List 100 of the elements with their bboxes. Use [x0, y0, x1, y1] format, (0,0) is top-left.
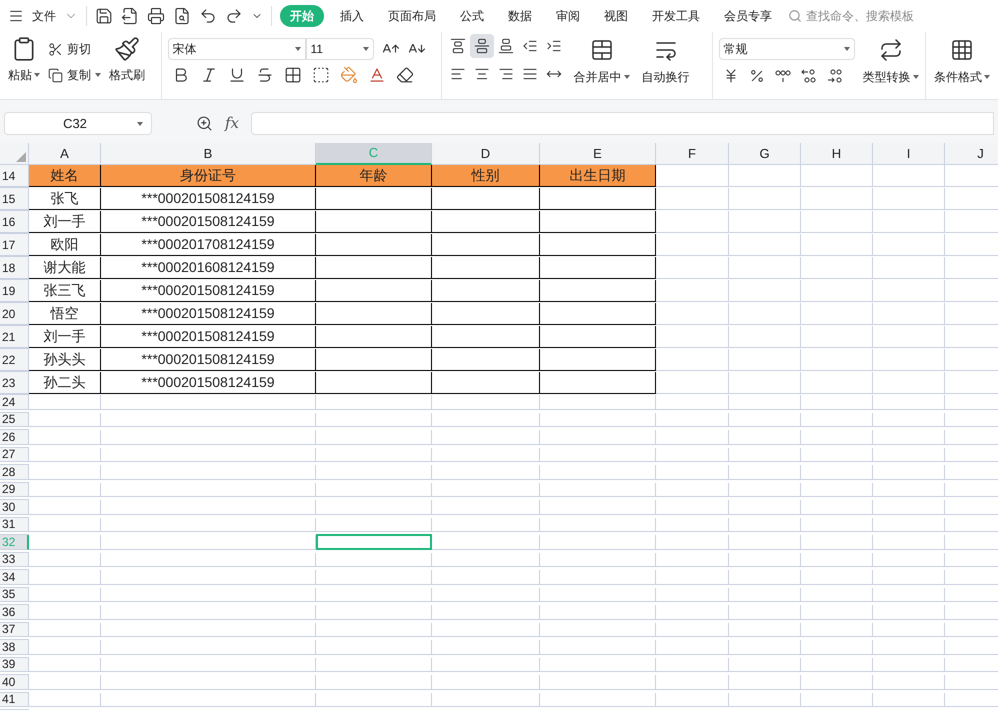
caret-icon[interactable] — [34, 73, 40, 77]
align-left-icon[interactable] — [450, 66, 466, 82]
align-top-icon[interactable] — [450, 38, 466, 54]
column-header[interactable]: H — [801, 143, 873, 164]
row-number[interactable]: 14 — [0, 165, 29, 187]
row-number[interactable]: 23 — [0, 372, 29, 394]
table-icon[interactable] — [950, 38, 974, 62]
ribbon-tab[interactable]: 数据 — [500, 5, 540, 27]
row-number[interactable]: 39 — [0, 658, 29, 672]
font-dropdown[interactable]: 宋体 — [168, 38, 306, 60]
paste-button[interactable]: 粘贴 — [8, 66, 32, 84]
row-number[interactable]: 15 — [0, 188, 29, 210]
row-number[interactable]: 35 — [0, 588, 29, 602]
row-number[interactable]: 31 — [0, 518, 29, 532]
row-number[interactable]: 16 — [0, 211, 29, 233]
print-preview-icon[interactable] — [173, 7, 191, 25]
row-number[interactable]: 37 — [0, 622, 29, 638]
fill-color-icon[interactable] — [340, 66, 358, 84]
format-painter-button[interactable]: 格式刷 — [109, 66, 145, 84]
type-convert-button[interactable]: 类型转换 — [862, 68, 911, 86]
row-number[interactable]: 34 — [0, 570, 29, 585]
menu-icon[interactable] — [8, 8, 24, 24]
row-number[interactable]: 21 — [0, 326, 29, 348]
caret-icon[interactable] — [624, 75, 630, 79]
search-field[interactable]: 查找命令、搜索模板 — [788, 7, 914, 25]
wrap-text-button[interactable]: 自动换行 — [642, 68, 690, 86]
strikethrough-icon[interactable] — [256, 66, 274, 84]
font-size-dropdown[interactable]: 11 — [306, 38, 374, 60]
caret-icon[interactable] — [984, 75, 990, 79]
row-number[interactable]: 25 — [0, 412, 29, 428]
align-middle-icon[interactable] — [474, 38, 490, 54]
row-number[interactable]: 33 — [0, 552, 29, 568]
underline-icon[interactable] — [228, 66, 246, 84]
convert-icon[interactable] — [878, 38, 903, 62]
name-box[interactable]: C32 — [4, 112, 152, 135]
cut-button[interactable]: 剪切 — [67, 40, 91, 58]
row-number[interactable]: 19 — [0, 280, 29, 302]
decrease-decimal-icon[interactable] — [826, 68, 843, 84]
print-icon[interactable] — [147, 7, 165, 25]
caret-icon[interactable] — [137, 122, 143, 126]
caret-icon[interactable] — [294, 47, 301, 51]
row-number[interactable]: 26 — [0, 430, 29, 445]
caret-icon[interactable] — [844, 47, 850, 51]
font-color-icon[interactable] — [368, 66, 386, 84]
file-menu[interactable]: 文件 — [32, 7, 56, 25]
increase-decimal-icon[interactable] — [800, 68, 817, 84]
percent-icon[interactable] — [748, 68, 765, 84]
align-center-icon[interactable] — [474, 66, 490, 82]
row-number[interactable]: 30 — [0, 500, 29, 515]
ribbon-tab[interactable]: 公式 — [452, 5, 492, 27]
column-header[interactable]: F — [656, 143, 729, 164]
row-number[interactable]: 28 — [0, 465, 29, 480]
column-header[interactable]: J — [945, 143, 998, 164]
row-number[interactable]: 36 — [0, 605, 29, 620]
merge-center-button[interactable]: 合并居中 — [574, 68, 622, 86]
row-number[interactable]: 22 — [0, 349, 29, 371]
caret-icon[interactable] — [912, 75, 919, 79]
ribbon-tab[interactable]: 会员专享 — [716, 5, 780, 27]
ribbon-tab[interactable]: 插入 — [332, 5, 372, 27]
column-header[interactable]: G — [729, 143, 801, 164]
row-number[interactable]: 20 — [0, 303, 29, 325]
ribbon-tab[interactable]: 视图 — [596, 5, 636, 27]
merge-cells-icon[interactable] — [590, 38, 614, 62]
caret-icon[interactable] — [95, 73, 101, 77]
ribbon-tab[interactable]: 页面布局 — [380, 5, 444, 27]
ribbon-tab[interactable]: 开发工具 — [644, 5, 708, 27]
align-bottom-icon[interactable] — [498, 38, 514, 54]
cell-style-icon[interactable] — [312, 66, 330, 84]
row-number[interactable]: 17 — [0, 234, 29, 256]
column-header[interactable]: I — [873, 143, 945, 164]
ribbon-tab[interactable]: 审阅 — [548, 5, 588, 27]
row-number[interactable]: 38 — [0, 640, 29, 655]
thousands-separator-icon[interactable] — [774, 68, 791, 84]
row-number[interactable]: 24 — [0, 395, 29, 410]
formula-input[interactable] — [251, 112, 994, 135]
scissors-icon[interactable] — [48, 42, 63, 56]
save-icon[interactable] — [95, 7, 113, 25]
copy-button[interactable]: 复制 — [67, 66, 91, 84]
selected-cell[interactable] — [316, 534, 432, 550]
row-number[interactable]: 41 — [0, 692, 29, 708]
borders-icon[interactable] — [284, 66, 302, 84]
indent-increase-icon[interactable] — [546, 38, 562, 54]
indent-decrease-icon[interactable] — [522, 38, 538, 54]
export-icon[interactable] — [121, 7, 139, 25]
row-number[interactable]: 27 — [0, 448, 29, 462]
undo-icon[interactable] — [199, 7, 217, 25]
conditional-format-button[interactable]: 条件格式 — [934, 68, 982, 86]
row-number[interactable]: 40 — [0, 675, 29, 690]
caret-icon[interactable] — [362, 47, 369, 51]
number-format-dropdown[interactable]: 常规 — [718, 38, 855, 60]
format-painter-icon[interactable] — [114, 36, 140, 62]
align-right-icon[interactable] — [498, 66, 514, 82]
eraser-icon[interactable] — [396, 66, 414, 84]
row-number[interactable]: 29 — [0, 482, 29, 498]
row-number[interactable]: 18 — [0, 257, 29, 279]
redo-icon[interactable] — [225, 7, 243, 25]
justify-icon[interactable] — [522, 66, 538, 82]
copy-icon[interactable] — [48, 68, 63, 82]
zoom-icon[interactable] — [196, 115, 213, 132]
function-button[interactable]: fx — [225, 112, 240, 135]
